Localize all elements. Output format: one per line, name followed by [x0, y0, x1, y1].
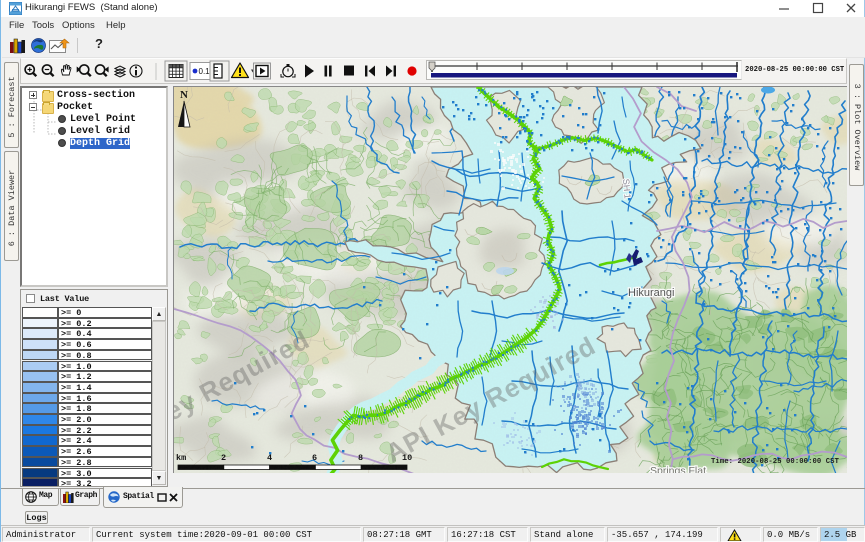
svg-text:0.1: 0.1 — [199, 67, 211, 76]
